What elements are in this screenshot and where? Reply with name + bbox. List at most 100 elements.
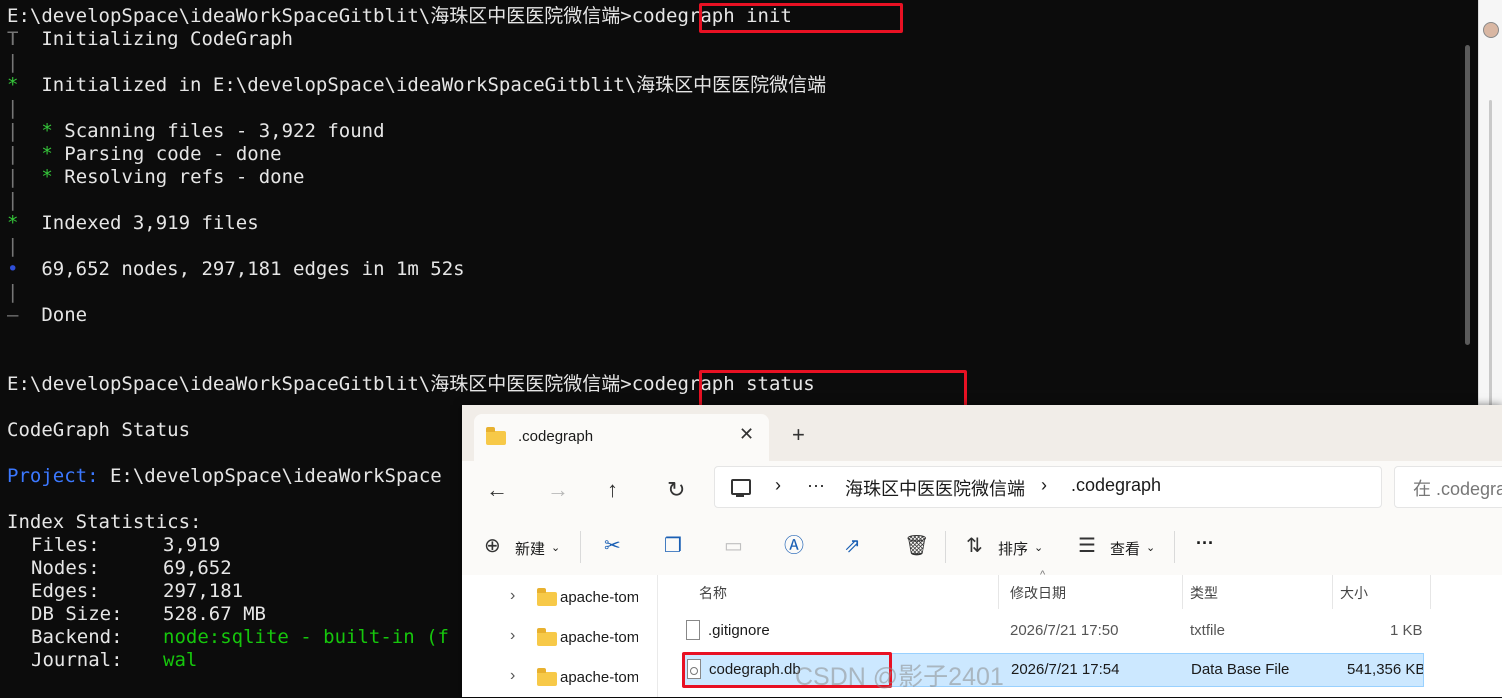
gutter-mark: |	[7, 166, 19, 188]
terminal-scrollbar[interactable]	[1465, 45, 1470, 345]
sort-icon: ⇅	[966, 535, 983, 557]
column-header-type[interactable]: 类型	[1190, 583, 1218, 603]
output-text: Indexed 3,919 files	[41, 212, 259, 234]
tab-codegraph[interactable]: .codegraph ✕	[474, 414, 769, 461]
forward-button[interactable]: →	[547, 475, 569, 505]
gutter-bar: |	[7, 97, 19, 119]
gutter-mark: *	[7, 74, 19, 96]
table-row[interactable]: .gitignore 2026/7/21 17:50 txtfile 1 KB	[682, 615, 1424, 649]
search-placeholder: 在 .codegra	[1413, 479, 1502, 499]
address-bar-row: ← → ↑ ↻ › ··· 海珠区中医医院微信端 › .codegraph 在 …	[462, 461, 1502, 519]
stat-label: Nodes:	[31, 557, 100, 579]
gutter-mark: T	[7, 28, 19, 50]
navigation-pane: › apache-tomcat › apache-tomcat › apache…	[462, 575, 658, 697]
nav-tree-label: apache-tomcat	[560, 669, 638, 686]
column-divider[interactable]	[1182, 575, 1183, 609]
folder-icon	[537, 588, 557, 606]
file-type: Data Base File	[1191, 661, 1290, 678]
divider	[580, 531, 581, 563]
bullet: *	[41, 143, 53, 165]
nav-tree-label: apache-tomcat	[560, 589, 638, 606]
nav-tree-item[interactable]: › apache-tomcat	[462, 658, 657, 698]
stat-value: wal	[163, 649, 198, 671]
chevron-right-icon[interactable]: ›	[510, 627, 515, 645]
file-size: 1 KB	[1390, 622, 1423, 639]
copy-icon[interactable]: ❐	[664, 534, 682, 558]
breadcrumb[interactable]: › ··· 海珠区中医医院微信端 › .codegraph	[714, 466, 1382, 508]
stat-value: 528.67 MB	[163, 603, 266, 625]
back-button[interactable]: ←	[486, 475, 508, 505]
cut-icon[interactable]: ✂	[604, 534, 621, 558]
avatar[interactable]	[1483, 22, 1499, 38]
view-button[interactable]: 查看	[1110, 538, 1140, 559]
terminal-line: | * Resolving refs - done	[7, 166, 304, 189]
stats-title: Index Statistics:	[7, 511, 202, 533]
output-text: 69,652 nodes, 297,181 edges in 1m 52s	[41, 258, 465, 280]
terminal-line: * Initialized in E:\developSpace\ideaWor…	[7, 74, 826, 97]
terminal-line: — Done	[7, 304, 87, 327]
file-type: txtfile	[1190, 622, 1226, 639]
rename-icon[interactable]: Ⓐ	[784, 534, 804, 558]
column-divider[interactable]	[1430, 575, 1431, 609]
stat-value: 69,652	[163, 557, 232, 579]
chevron-right-icon[interactable]: ›	[510, 667, 515, 685]
bullet: *	[41, 166, 53, 188]
gutter-mark: |	[7, 143, 19, 165]
paste-icon[interactable]: ▭	[724, 534, 743, 558]
chevron-down-icon[interactable]: ⌄	[1034, 541, 1043, 554]
chevron-right-icon[interactable]: ›	[1041, 475, 1047, 496]
stat-value: 3,919	[163, 534, 221, 556]
tab-bar: .codegraph ✕ +	[462, 405, 1502, 461]
delete-icon[interactable]: 🗑	[904, 534, 929, 558]
plus-circle-icon: ⊕	[484, 535, 501, 557]
new-button[interactable]: 新建	[515, 538, 545, 559]
file-date: 2026/7/21 17:54	[1011, 661, 1120, 678]
refresh-button[interactable]: ↻	[667, 475, 685, 505]
gutter-mark: •	[7, 258, 19, 280]
column-header-size[interactable]: 大小	[1340, 583, 1368, 603]
terminal-line: • 69,652 nodes, 297,181 edges in 1m 52s	[7, 258, 465, 281]
stat-value: 297,181	[163, 580, 244, 602]
more-options-button[interactable]: ···	[1196, 533, 1214, 554]
file-size: 541,356 KB	[1347, 661, 1424, 678]
divider	[945, 531, 946, 563]
terminal-line-prompt-2: E:\developSpace\ideaWorkSpaceGitblit\海珠区…	[7, 373, 815, 396]
output-text: Initializing CodeGraph	[41, 28, 294, 50]
breadcrumb-current[interactable]: .codegraph	[1071, 475, 1161, 496]
up-button[interactable]: ↑	[607, 475, 618, 505]
breadcrumb-folder[interactable]: 海珠区中医医院微信端	[845, 475, 1025, 501]
stat-label: Backend:	[31, 626, 123, 648]
highlight-box-init	[699, 3, 903, 33]
file-name: .gitignore	[708, 622, 770, 639]
terminal-line-prompt-1: E:\developSpace\ideaWorkSpaceGitblit\海珠区…	[7, 5, 792, 28]
share-icon[interactable]: ⇗	[844, 534, 861, 558]
gutter-mark: —	[7, 304, 19, 326]
column-header-date[interactable]: 修改日期	[1010, 583, 1066, 603]
terminal-line: * Indexed 3,919 files	[7, 212, 259, 235]
search-box[interactable]: 在 .codegra	[1394, 466, 1502, 508]
output-text: Scanning files - 3,922 found	[64, 120, 385, 142]
chevron-down-icon[interactable]: ⌄	[1146, 541, 1155, 554]
breadcrumb-more[interactable]: ···	[807, 475, 825, 496]
chevron-down-icon[interactable]: ⌄	[551, 541, 560, 554]
file-explorer-window[interactable]: .codegraph ✕ + ← → ↑ ↻ › ··· 海珠区中医医院微信端 …	[462, 405, 1502, 697]
divider	[1174, 531, 1175, 563]
column-divider[interactable]	[1332, 575, 1333, 609]
new-tab-button[interactable]: +	[792, 424, 805, 446]
highlight-box-status	[699, 370, 967, 408]
sort-button[interactable]: 排序	[998, 538, 1028, 559]
nav-tree-item[interactable]: › apache-tomcat	[462, 578, 657, 618]
column-divider[interactable]	[998, 575, 999, 609]
chevron-right-icon[interactable]: ›	[775, 475, 781, 496]
folder-icon	[537, 628, 557, 646]
file-date: 2026/7/21 17:50	[1010, 622, 1119, 639]
close-icon[interactable]: ✕	[739, 424, 754, 445]
nav-tree-item[interactable]: › apache-tomcat	[462, 618, 657, 658]
stat-label: Files:	[31, 534, 100, 556]
status-title: CodeGraph Status	[7, 419, 191, 441]
bullet: *	[41, 120, 53, 142]
gutter-bar: |	[7, 189, 19, 211]
column-header-name[interactable]: 名称	[699, 583, 727, 603]
nav-tree-label: apache-tomcat	[560, 629, 638, 646]
chevron-right-icon[interactable]: ›	[510, 587, 515, 605]
